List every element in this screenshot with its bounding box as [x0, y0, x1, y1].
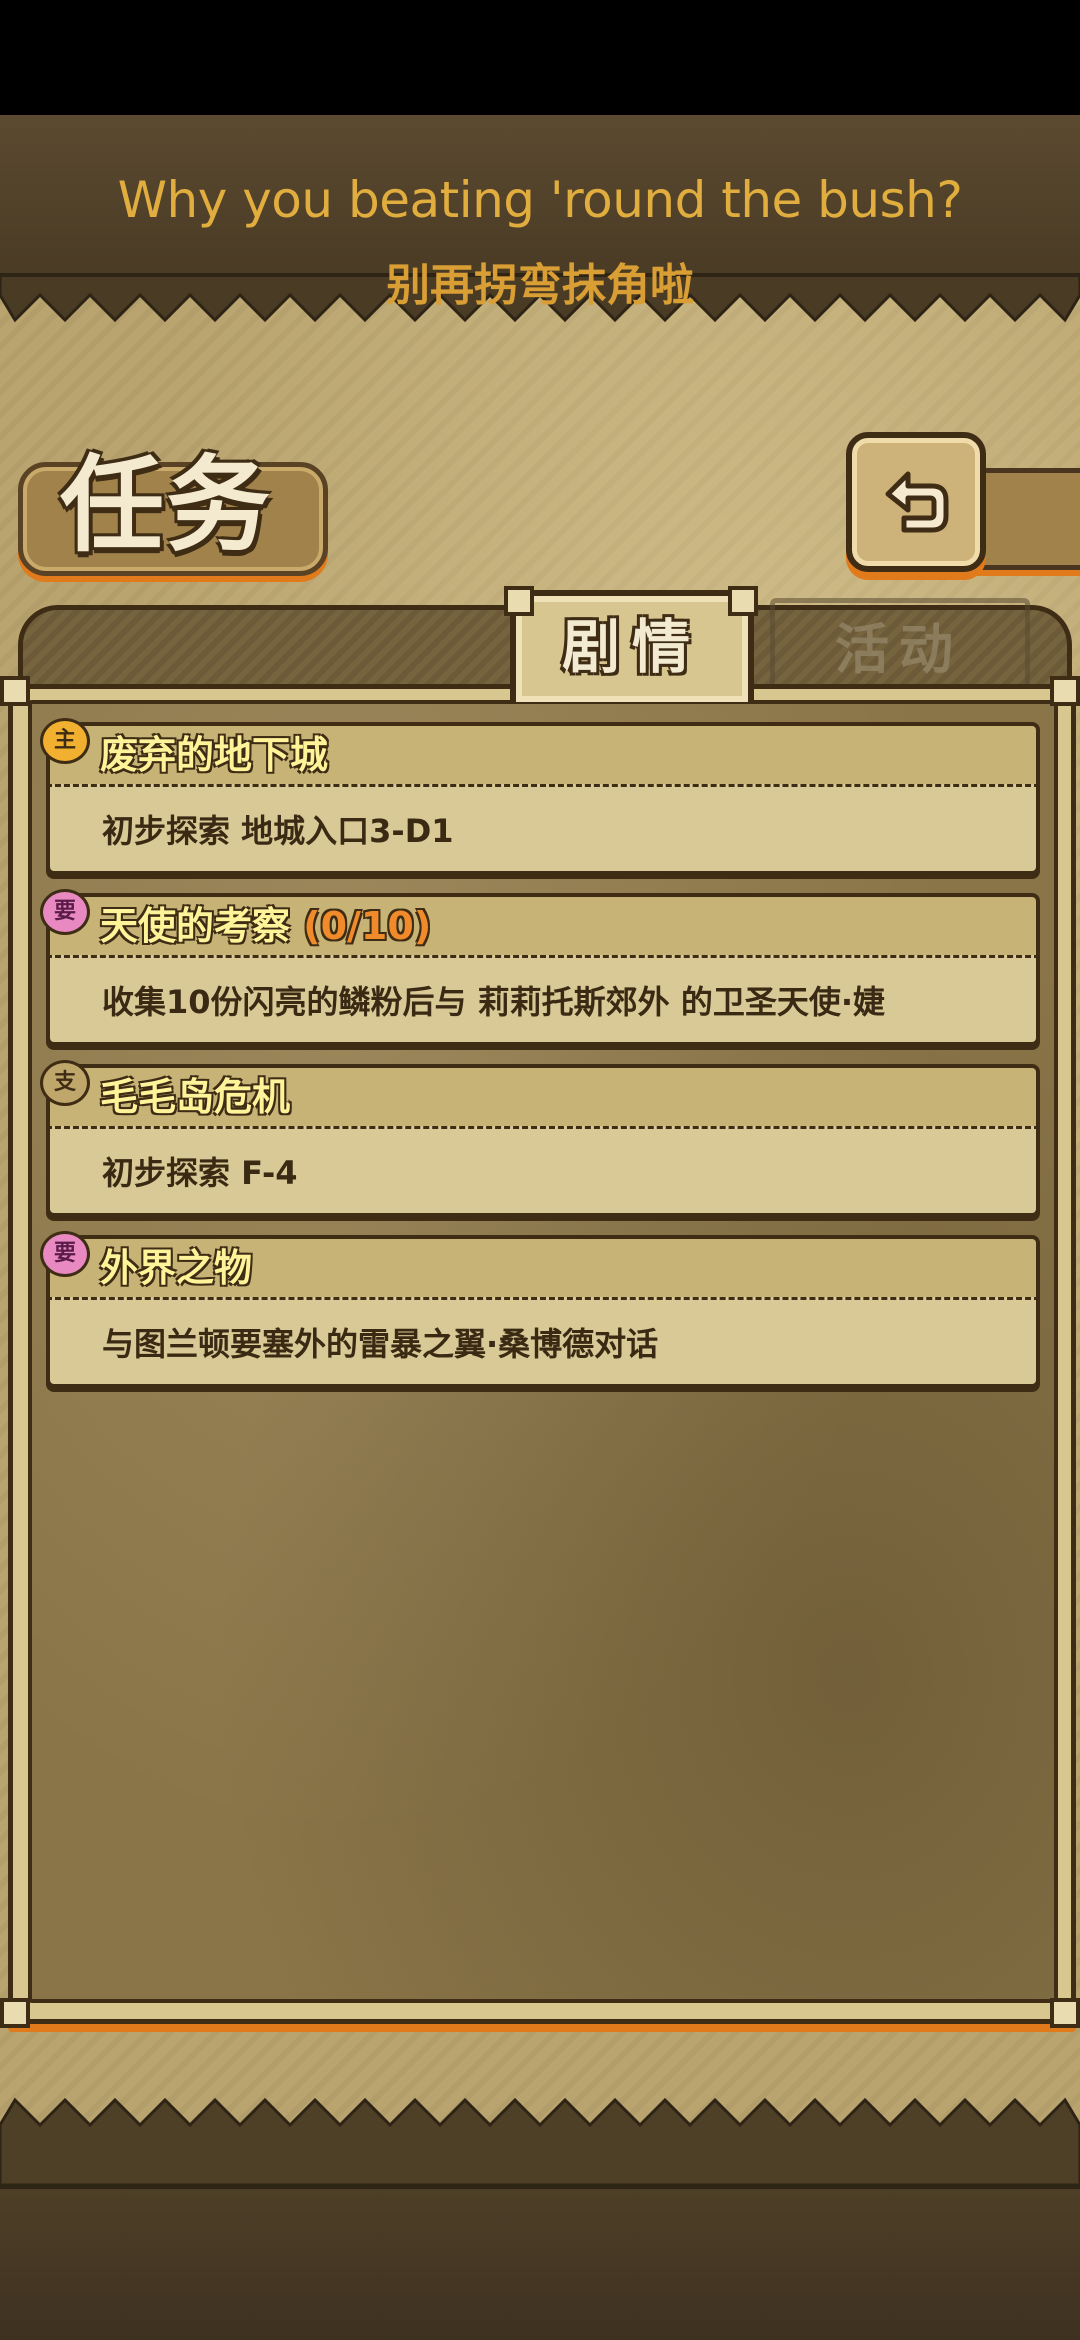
main-quest-icon: 主 — [40, 718, 90, 764]
tab-story-label: 剧情 — [561, 613, 702, 681]
panel-corner — [1050, 676, 1080, 706]
required-quest-icon: 要 — [40, 1231, 90, 1277]
bottom-banner — [0, 2185, 1080, 2340]
panel-corner — [0, 1998, 30, 2028]
quest-description: 收集10份闪亮的鳞粉后与 莉莉托斯郊外 的卫圣天使·婕 — [102, 983, 885, 1021]
required-quest-icon: 要 — [40, 889, 90, 935]
side-quest-icon: 支 — [40, 1060, 90, 1106]
quest-title-text: 废弃的地下城 — [100, 733, 329, 777]
quest-title: 天使的考察 (0/10) — [100, 893, 431, 959]
quest-title: 废弃的地下城 — [100, 722, 328, 788]
quest-title-text: 天使的考察 — [100, 904, 291, 948]
quest-title: 外界之物 — [100, 1235, 252, 1301]
back-arrow-icon — [885, 471, 949, 533]
page-title: 任务 — [60, 443, 273, 566]
back-button[interactable] — [846, 432, 986, 572]
subtitle-chinese: 别再拐弯抹角啦 — [386, 260, 694, 311]
status-bar — [0, 0, 1080, 115]
quest-progress: (0/10) — [303, 904, 432, 948]
quest-title-text: 外界之物 — [100, 1246, 253, 1290]
quest-description: 初步探索 F-4 — [102, 1154, 298, 1192]
quest-description: 与图兰顿要塞外的雷暴之翼·桑博德对话 — [102, 1325, 659, 1363]
quest-item[interactable]: 要 外界之物 与图兰顿要塞外的雷暴之翼·桑博德对话 — [40, 1231, 1040, 1388]
quest-item[interactable]: 主 废弃的地下城 初步探索 地城入口3-D1 — [40, 718, 1040, 875]
quest-item[interactable]: 支 毛毛岛危机 初步探索 F-4 — [40, 1060, 1040, 1217]
torn-edge-bottom — [0, 2097, 1080, 2185]
panel-corner — [0, 676, 30, 706]
tab-activity-label: 活动 — [835, 617, 963, 681]
quest-item[interactable]: 要 天使的考察 (0/10) 收集10份闪亮的鳞粉后与 莉莉托斯郊外 的卫圣天使… — [40, 889, 1040, 1046]
quest-title-text: 毛毛岛危机 — [100, 1075, 291, 1119]
panel-corner — [1050, 1998, 1080, 2028]
subtitle-english: Why you beating 'round the bush? — [117, 171, 963, 229]
quest-description: 初步探索 地城入口3-D1 — [102, 812, 454, 850]
quest-title: 毛毛岛危机 — [100, 1064, 290, 1130]
